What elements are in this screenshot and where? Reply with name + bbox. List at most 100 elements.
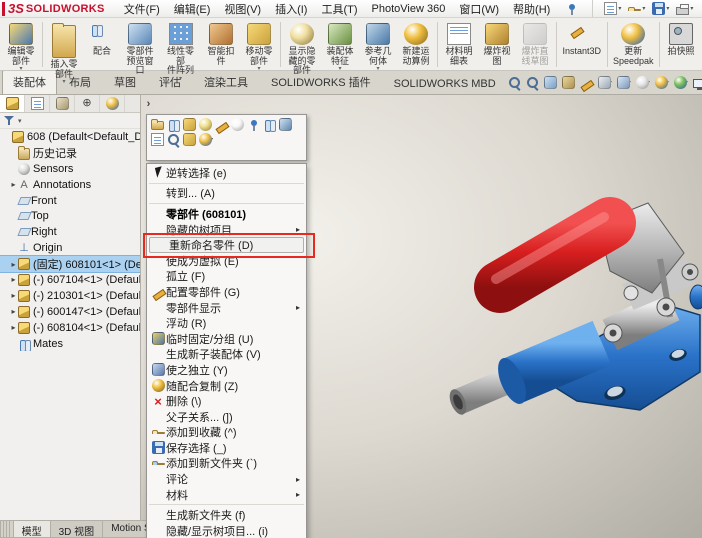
- context-menu-item-重新命名零件-(D)[interactable]: 重新命名零件 (D): [149, 237, 304, 253]
- headsup-previous-view-button[interactable]: [543, 76, 557, 89]
- ribbon-button-配合[interactable]: 配合: [83, 19, 121, 70]
- tree-item-Right[interactable]: Right: [0, 224, 140, 240]
- menu-item-帮助(H)[interactable]: 帮助(H): [506, 0, 557, 19]
- ribbon-button-移动零部件[interactable]: 移动零 部件 ▾: [240, 19, 278, 72]
- save-button[interactable]: ▾: [649, 0, 672, 17]
- context-menu-item-父子关系...-(])[interactable]: 父子关系... (]): [147, 409, 306, 425]
- context-menu-item-使成为虚拟-(E)[interactable]: 使成为虚拟 (E): [147, 253, 306, 269]
- context-menu-item-使之独立-(Y)[interactable]: 使之独立 (Y): [147, 362, 306, 378]
- ribbon-button-爆炸直线草图[interactable]: 爆炸直 线草图: [516, 19, 554, 70]
- ribbon-button-爆炸视图[interactable]: 爆炸视 图: [478, 19, 516, 70]
- expander-arrow-icon[interactable]: ▸: [9, 307, 18, 316]
- headsup-sketch-button[interactable]: [580, 76, 593, 89]
- dimxpertmanager-tab[interactable]: ⊕: [75, 95, 100, 112]
- ribbon-button-线性零部件阵列[interactable]: 线性零部 件阵列 ▾: [159, 19, 202, 82]
- insert-components-button[interactable]: [183, 118, 196, 131]
- undo-button[interactable]: ↶▾: [697, 0, 702, 17]
- menu-item-工具(T)[interactable]: 工具(T): [314, 0, 364, 19]
- configurationmanager-tab[interactable]: [50, 95, 75, 112]
- document-tab-模型[interactable]: 模型: [12, 520, 51, 538]
- tab-装配体[interactable]: 装配体: [2, 70, 57, 94]
- menu-item-编辑(E)[interactable]: 编辑(E): [167, 0, 218, 19]
- tree-item-(-)[interactable]: ▸ (-) 210301<1> (Default<<Defau: [0, 288, 140, 304]
- ribbon-button-零部件预览窗口[interactable]: 零部件 预览窗 口: [121, 19, 159, 75]
- ribbon-button-新建运动算例[interactable]: 新建运 动算例: [397, 19, 435, 70]
- fix-pin-button[interactable]: [247, 118, 260, 131]
- context-menu-item-添加到新文件夹-(`)[interactable]: 添加到新文件夹 (`): [147, 456, 306, 472]
- open-part-button[interactable]: [151, 118, 164, 131]
- tree-item-(-)[interactable]: ▸ (-) 600147<1> (Default<<Defau: [0, 304, 140, 320]
- context-menu-item-评论[interactable]: 评论 ▸: [147, 471, 306, 487]
- menu-item-插入(I)[interactable]: 插入(I): [268, 0, 314, 19]
- component-color-button[interactable]: [183, 133, 196, 146]
- expander-arrow-icon[interactable]: ▸: [9, 260, 18, 269]
- context-menu-item-配置零部件-(G)[interactable]: 配置零部件 (G): [147, 284, 306, 300]
- context-menu-item-删除-(\)[interactable]: × 删除 (\): [147, 393, 306, 409]
- menu-pin-icon[interactable]: [565, 2, 578, 15]
- tree-item-608[interactable]: 608 (Default<Default_Display State-: [0, 129, 140, 145]
- context-menu-item-随配合复制-(Z)[interactable]: 随配合复制 (Z): [147, 378, 306, 394]
- context-menu-item-临时固定/分组-(U)[interactable]: 临时固定/分组 (U): [147, 331, 306, 347]
- headsup-zoom-area-button[interactable]: [526, 76, 539, 89]
- tree-item-(-)[interactable]: ▸ (-) 608104<1> (Default<<Defau: [0, 320, 140, 336]
- context-menu-item-添加到收藏-(^)[interactable]: 添加到收藏 (^): [147, 425, 306, 441]
- menu-item-视图(V)[interactable]: 视图(V): [217, 0, 268, 19]
- new-document-button[interactable]: ▾: [601, 0, 624, 17]
- headsup-edit-appearance-button[interactable]: ▾: [654, 76, 669, 89]
- ribbon-button-装配体特征[interactable]: 装配体 特征 ▾: [321, 19, 359, 72]
- tab-渲染工具[interactable]: 渲染工具: [193, 70, 259, 94]
- context-menu-item-保存选择-(_)[interactable]: 保存选择 (_): [147, 440, 306, 456]
- ribbon-button-更新Speedpak[interactable]: 更新 Speedpak: [609, 19, 657, 70]
- tree-filter-row[interactable]: ▾: [0, 113, 140, 129]
- menu-item-文件(F)[interactable]: 文件(F): [117, 0, 167, 19]
- ribbon-button-插入零部件[interactable]: 插入零 部件 ▾: [45, 19, 83, 85]
- ribbon-button-拍快照[interactable]: 拍快照: [662, 19, 700, 70]
- tree-item-Annotations[interactable]: ▸ A Annotations: [0, 177, 140, 193]
- tree-item-(固定)[interactable]: ▸ (固定) 608101<1> (Default<<De: [0, 255, 140, 274]
- zoom-to-selection-button[interactable]: [167, 133, 180, 146]
- menu-item-PhotoView 360[interactable]: PhotoView 360: [365, 1, 453, 17]
- context-menu-item-材料[interactable]: 材料 ▸: [147, 487, 306, 503]
- document-tab-3D 视图[interactable]: 3D 视图: [49, 520, 104, 538]
- isolate-button[interactable]: [279, 118, 292, 131]
- expander-arrow-icon[interactable]: ▸: [9, 275, 18, 284]
- context-menu-item-隐藏的树项目[interactable]: 隐藏的树项目 ▸: [147, 222, 306, 238]
- headsup-display-style-button[interactable]: ▾: [616, 76, 631, 89]
- propertymanager-tab[interactable]: [25, 95, 50, 112]
- headsup-apply-scene-button[interactable]: ▾: [673, 76, 688, 89]
- expander-arrow-icon[interactable]: ▸: [9, 323, 18, 332]
- tree-item-Front[interactable]: Front: [0, 193, 140, 209]
- displaymanager-tab[interactable]: [100, 95, 125, 112]
- attachment-button[interactable]: [263, 118, 276, 132]
- tree-item-Top[interactable]: Top: [0, 208, 140, 224]
- tree-item-Origin[interactable]: ⊥ Origin: [0, 240, 140, 256]
- menu-item-窗口(W)[interactable]: 窗口(W): [452, 0, 506, 19]
- context-menu-item-生成新子装配体-(V)[interactable]: 生成新子装配体 (V): [147, 347, 306, 363]
- ribbon-button-智能扣件[interactable]: 智能扣 件: [202, 19, 240, 70]
- headsup-section-view-button[interactable]: [561, 76, 575, 89]
- mate-button[interactable]: [167, 118, 180, 132]
- context-menu-item-孤立-(F)[interactable]: 孤立 (F): [147, 269, 306, 285]
- headsup-view-orientation-button[interactable]: ▾: [597, 76, 612, 89]
- context-menu-item-生成新文件夹-(f)[interactable]: 生成新文件夹 (f): [147, 507, 306, 523]
- tree-item-Sensors[interactable]: Sensors: [0, 161, 140, 177]
- ribbon-button-编辑零部件[interactable]: 编辑零 部件 ▾: [2, 19, 40, 72]
- appearance-ball-button[interactable]: ▾: [199, 133, 213, 146]
- expander-arrow-icon[interactable]: ▸: [9, 180, 18, 189]
- headsup-view-settings-button[interactable]: ▾: [692, 77, 702, 90]
- ribbon-button-Instant3D[interactable]: Instant3D: [559, 19, 605, 70]
- tree-item-(-)[interactable]: ▸ (-) 607104<1> (Default<<Defau: [0, 272, 140, 288]
- ribbon-button-参考几何体[interactable]: 参考几 何体 ▾: [359, 19, 397, 72]
- expander-arrow-icon[interactable]: ▸: [9, 291, 18, 300]
- pencil-button[interactable]: [215, 118, 228, 131]
- hide-component-button[interactable]: [231, 118, 244, 131]
- ribbon-button-材料明细表[interactable]: 材料明 细表: [440, 19, 478, 70]
- tab-SOLIDWORKS MBD[interactable]: SOLIDWORKS MBD: [383, 74, 507, 94]
- context-menu-item-零部件显示[interactable]: 零部件显示 ▸: [147, 300, 306, 316]
- panel-expand-arrow[interactable]: ›: [142, 97, 155, 112]
- tree-item-历史记录[interactable]: 历史记录: [0, 145, 140, 161]
- context-menu-item-隐藏/显示树项目...-(i)[interactable]: 隐藏/显示树项目... (i): [147, 523, 306, 538]
- headsup-hide-show-items-button[interactable]: ▾: [635, 76, 650, 89]
- headsup-zoom-fit-button[interactable]: [508, 76, 521, 89]
- context-menu-item-逆转选择-(e)[interactable]: 逆转选择 (e): [147, 165, 306, 181]
